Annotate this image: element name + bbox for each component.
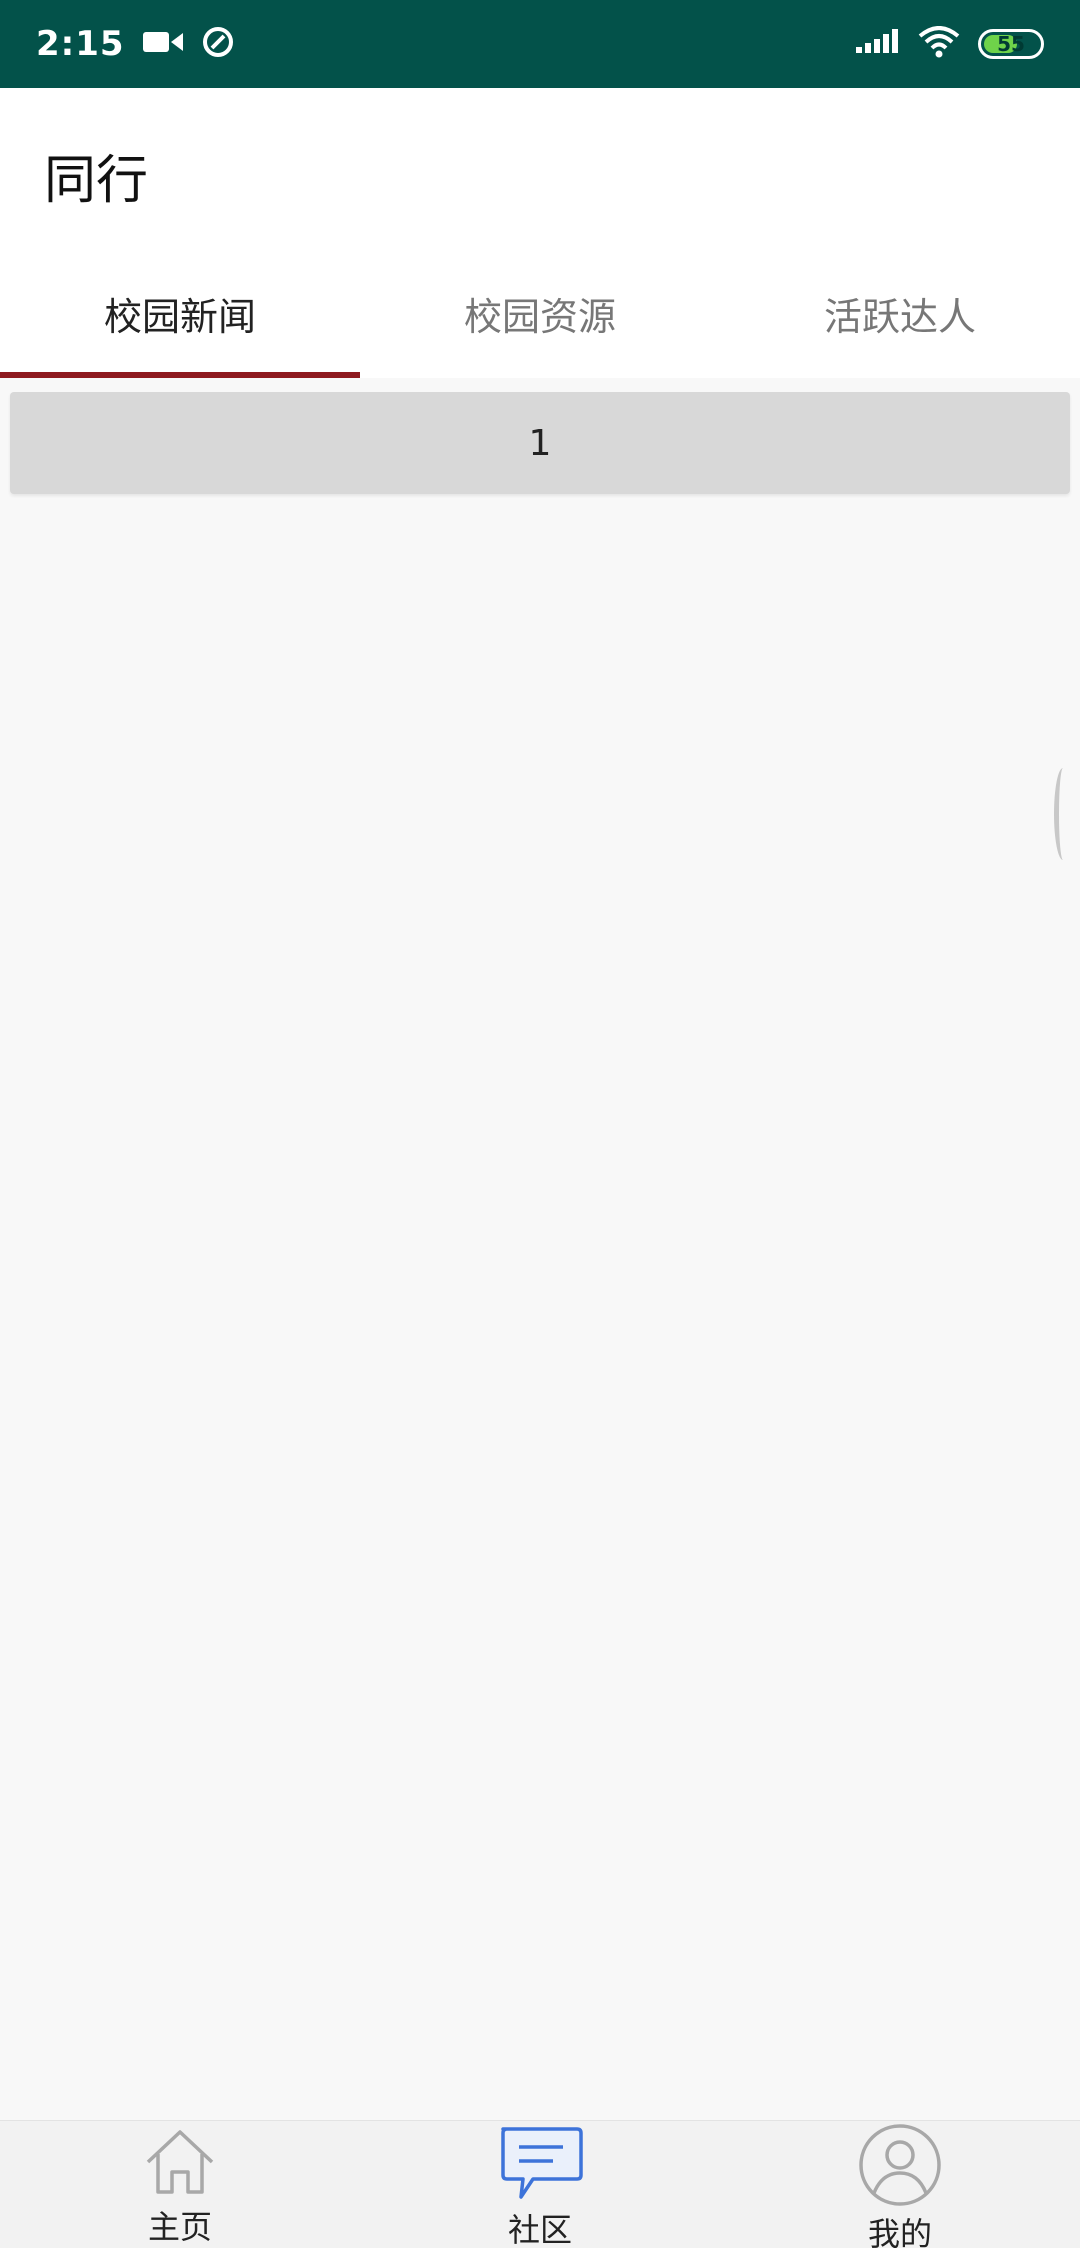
edge-swipe-handle[interactable] — [1054, 768, 1072, 860]
list-item[interactable]: 1 — [10, 392, 1070, 494]
status-left: 2:15 — [36, 24, 235, 64]
app-header: 同行 — [0, 88, 1080, 248]
status-right: 55 — [856, 26, 1044, 62]
bottom-nav: 主页 社区 我的 — [0, 2120, 1080, 2248]
battery-icon: 55 — [978, 29, 1044, 59]
data-saver-icon — [201, 25, 235, 63]
nav-home[interactable]: 主页 — [0, 2121, 360, 2248]
tab-campus-resources[interactable]: 校园资源 — [360, 248, 720, 378]
page-title: 同行 — [44, 151, 149, 211]
profile-icon — [855, 2123, 945, 2207]
nav-mine-label: 我的 — [867, 2215, 932, 2248]
battery-level: 55 — [997, 32, 1025, 56]
status-time: 2:15 — [36, 24, 125, 64]
content-area[interactable]: 1 — [0, 378, 1080, 2120]
nav-mine[interactable]: 我的 — [720, 2121, 1080, 2248]
tab-campus-news[interactable]: 校园新闻 — [0, 248, 360, 378]
video-camera-icon — [142, 29, 183, 59]
nav-community[interactable]: 社区 — [360, 2121, 720, 2248]
home-icon — [135, 2123, 225, 2200]
tab-active-users[interactable]: 活跃达人 — [720, 248, 1080, 378]
status-bar: 2:15 55 — [0, 0, 1080, 88]
nav-community-label: 社区 — [507, 2211, 572, 2248]
nav-home-label: 主页 — [147, 2208, 212, 2246]
tab-bar: 校园新闻 校园资源 活跃达人 — [0, 248, 1080, 378]
screen: 2:15 55 同行 校园新闻 校园资源 活跃达人 1 主页 社区 我的 — [0, 0, 1080, 2248]
chat-icon — [495, 2123, 585, 2203]
wifi-icon — [918, 26, 960, 62]
signal-icon — [856, 27, 900, 61]
